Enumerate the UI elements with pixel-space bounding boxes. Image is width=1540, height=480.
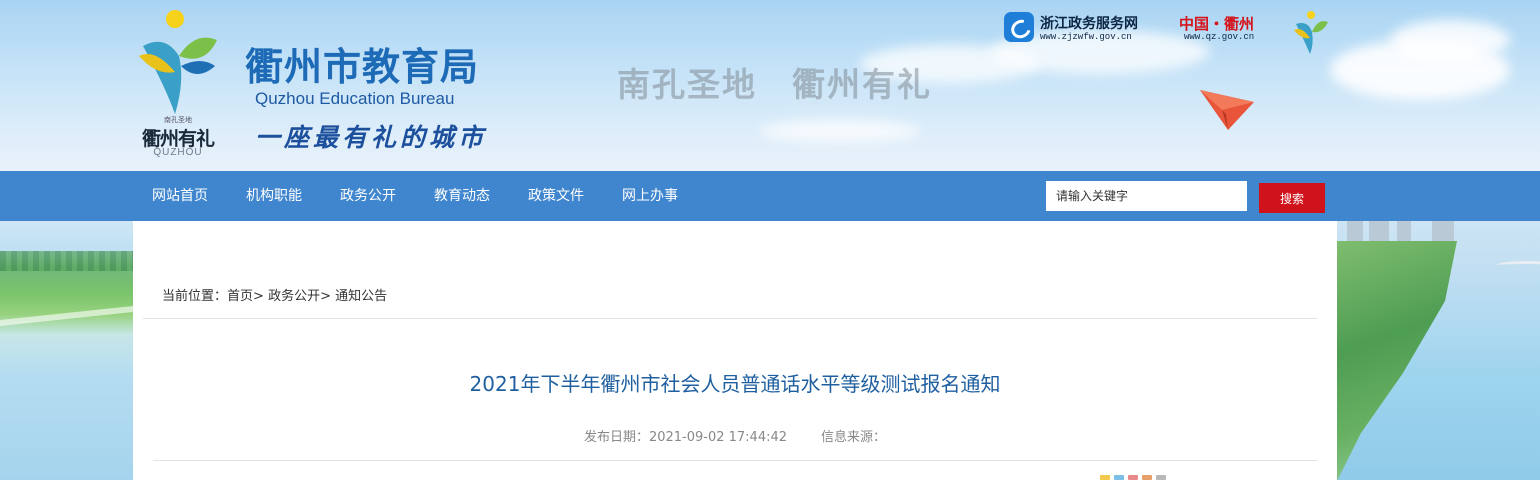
publish-date-label: 发布日期： xyxy=(583,430,649,445)
nav-item-online-services[interactable]: 网上办事 xyxy=(603,171,697,221)
zjzwfw-link[interactable]: 浙江政务服务网 xyxy=(1040,13,1138,33)
breadcrumb-prefix: 当前位置： xyxy=(162,289,228,304)
breadcrumb-home[interactable]: 首页 xyxy=(227,289,253,304)
article-panel: 当前位置：首页> 政务公开> 通知公告 2021年下半年衢州市社会人员普通话水平… xyxy=(133,221,1337,480)
article-meta: 发布日期：2021-09-02 17:44:42 信息来源： xyxy=(133,426,1337,445)
main-nav: 网站首页 机构职能 政务公开 教育动态 政策文件 网上办事 xyxy=(133,171,697,221)
share-icon[interactable] xyxy=(1114,475,1124,480)
nav-item-home[interactable]: 网站首页 xyxy=(133,171,227,221)
breadcrumb-public-affairs[interactable]: 政务公开 xyxy=(268,289,320,304)
zjzwfw-logo-icon[interactable] xyxy=(1004,12,1034,42)
site-title-en: Quzhou Education Bureau xyxy=(255,89,455,108)
quzhou-gov-url[interactable]: www.qz.gov.cn xyxy=(1184,32,1254,42)
breadcrumb: 当前位置：首页> 政务公开> 通知公告 xyxy=(162,285,387,304)
search-button[interactable]: 搜索 xyxy=(1259,183,1325,213)
site-title[interactable]: 衢州市教育局 xyxy=(245,36,479,91)
logo-subtext: QUZHOU xyxy=(153,147,203,158)
zjzwfw-url[interactable]: www.zjzwfw.gov.cn xyxy=(1040,32,1132,42)
quzhou-small-logo-icon[interactable] xyxy=(1294,10,1328,54)
share-icon[interactable] xyxy=(1142,475,1152,480)
share-icon[interactable] xyxy=(1128,475,1138,480)
share-buttons xyxy=(1100,475,1166,480)
breadcrumb-separator: > xyxy=(253,289,269,304)
nav-item-policy-docs[interactable]: 政策文件 xyxy=(509,171,603,221)
source-label: 信息来源： xyxy=(821,430,887,445)
city-slogan: 一座最有礼的城市 xyxy=(255,123,488,152)
publish-date: 2021-09-02 17:44:42 xyxy=(648,430,788,445)
divider xyxy=(143,318,1317,319)
background-scenery-right xyxy=(1337,221,1540,480)
paper-plane-icon xyxy=(1200,90,1254,130)
breadcrumb-notices[interactable]: 通知公告 xyxy=(335,289,387,304)
logo-emblem-icon xyxy=(139,37,217,114)
share-icon[interactable] xyxy=(1156,475,1166,480)
article-title: 2021年下半年衢州市社会人员普通话水平等级测试报名通知 xyxy=(469,372,1001,396)
quzhou-logo[interactable]: 南孔圣地 衢州有礼 QUZHOU xyxy=(133,8,223,158)
nav-item-functions[interactable]: 机构职能 xyxy=(227,171,321,221)
share-icon[interactable] xyxy=(1100,475,1110,480)
background-scenery-left xyxy=(0,221,133,480)
nav-item-education-news[interactable]: 教育动态 xyxy=(415,171,509,221)
main-nav-bar: 网站首页 机构职能 政务公开 教育动态 政策文件 网上办事 搜索 xyxy=(0,171,1540,221)
site-header: 南孔圣地 衢州有礼 QUZHOU 衢州市教育局 Quzhou Education… xyxy=(0,0,1540,171)
banner-slogan: 南孔圣地 衢州有礼 xyxy=(617,65,932,104)
breadcrumb-separator: > xyxy=(320,289,336,304)
quzhou-gov-link[interactable]: 中国・衢州 xyxy=(1179,13,1254,34)
search-input[interactable] xyxy=(1046,181,1247,211)
divider xyxy=(153,460,1317,461)
nav-item-public-affairs[interactable]: 政务公开 xyxy=(321,171,415,221)
